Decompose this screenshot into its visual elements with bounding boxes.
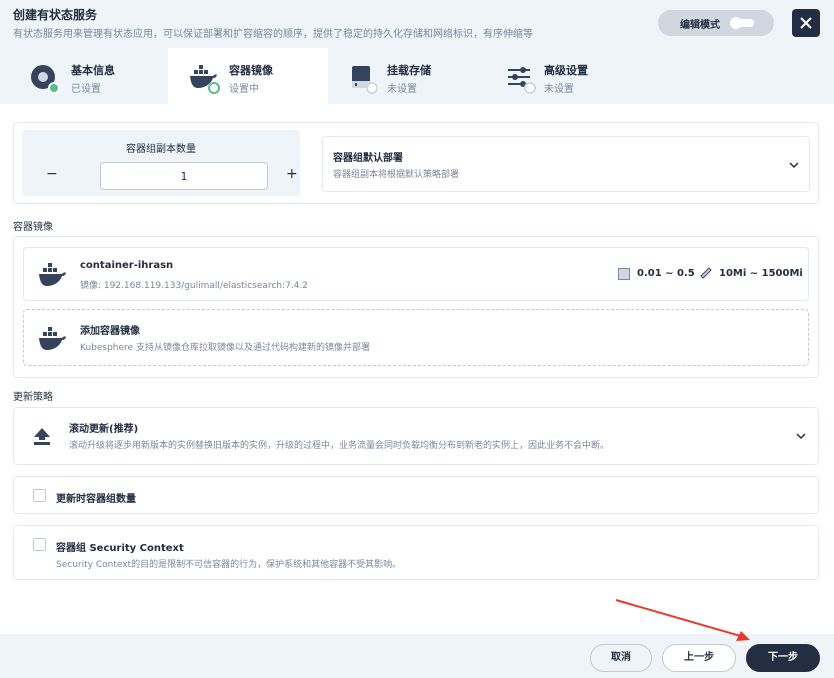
- memory-range: 10Mi ~ 1500Mi: [719, 268, 803, 279]
- security-context-description: Security Context的目的是限制不可信容器的行为，保护系统和其他容器…: [56, 560, 402, 570]
- tab-status: 未设置: [544, 84, 574, 95]
- update-replicas-option: 更新时容器组数量: [13, 476, 819, 514]
- cpu-range: 0.01 ~ 0.5: [637, 268, 695, 279]
- close-button[interactable]: [792, 9, 820, 37]
- edit-mode-toggle[interactable]: 编辑模式: [658, 10, 774, 36]
- tab-status: 设置中: [229, 84, 259, 95]
- annotation-arrow-icon: [615, 599, 750, 641]
- update-section-label: 更新策略: [13, 392, 53, 403]
- tab-status: 未设置: [387, 84, 417, 95]
- status-pending-icon: [524, 82, 536, 94]
- replica-count-card: 容器组副本数量 − +: [22, 130, 300, 196]
- tab-label: 挂载存储: [387, 64, 431, 77]
- chevron-down-icon: [796, 433, 806, 440]
- deploy-strategy-select[interactable]: 容器组默认部署 容器组副本将根据默认策略部署: [322, 136, 810, 192]
- tab-label: 容器镜像: [229, 64, 273, 77]
- tab-advanced[interactable]: 高级设置 未设置: [488, 48, 648, 104]
- container-image: 镜像: 192.168.119.133/gulimall/elasticsear…: [80, 281, 309, 291]
- update-strategy-title: 滚动更新(推荐): [69, 424, 139, 435]
- toggle-switch[interactable]: [730, 17, 754, 29]
- deploy-strategy-subtitle: 容器组副本将根据默认策略部署: [333, 170, 460, 180]
- security-context-checkbox[interactable]: [33, 538, 46, 551]
- memory-icon: [700, 267, 712, 279]
- tab-status: 已设置: [71, 84, 101, 95]
- decrement-button[interactable]: −: [46, 166, 58, 182]
- modal-subtitle: 有状态服务用来管理有状态应用，可以保证部署和扩容缩容的顺序，提供了稳定的持久化存…: [13, 29, 533, 40]
- arrow-up-icon: [34, 428, 50, 445]
- previous-button[interactable]: 上一步: [662, 644, 736, 672]
- tab-mount-storage[interactable]: 挂载存储 未设置: [328, 48, 488, 104]
- cpu-icon: [618, 268, 630, 280]
- tab-label: 基本信息: [71, 64, 115, 77]
- docker-icon: [39, 327, 66, 350]
- increment-button[interactable]: +: [286, 166, 298, 182]
- tab-basic-info[interactable]: 基本信息 已设置: [0, 48, 168, 104]
- chevron-down-icon: [789, 162, 799, 169]
- add-container-subtitle: Kubesphere 支持从镜像仓库拉取镜像以及通过代码构建新的镜像并部署: [80, 343, 370, 353]
- replica-count-input[interactable]: [100, 162, 268, 190]
- docker-icon: [39, 263, 66, 286]
- tab-container-image[interactable]: 容器镜像 设置中: [168, 48, 328, 104]
- close-icon: [800, 17, 812, 29]
- modal-title: 创建有状态服务: [13, 8, 98, 22]
- security-context-option: 容器组 Security Context Security Context的目的…: [13, 525, 819, 580]
- tab-label: 高级设置: [544, 64, 588, 77]
- next-button[interactable]: 下一步: [746, 644, 820, 672]
- edit-mode-label: 编辑模式: [680, 20, 720, 31]
- add-container-title: 添加容器镜像: [80, 326, 140, 337]
- status-pending-icon: [366, 82, 378, 94]
- status-progress-icon: [208, 82, 220, 94]
- security-context-label: 容器组 Security Context: [56, 543, 184, 554]
- container-section-label: 容器镜像: [13, 222, 53, 233]
- step-tabs: 基本信息 已设置 容器镜像 设置中 挂载存储 未设置 高级设置 未设置: [0, 48, 834, 104]
- update-strategy-subtitle: 滚动升级将逐步用新版本的实例替换旧版本的实例，升级的过程中，业务流量会同时负载均…: [69, 441, 610, 451]
- update-replicas-label: 更新时容器组数量: [56, 494, 136, 505]
- replica-count-label: 容器组副本数量: [126, 144, 196, 155]
- status-done-icon: [48, 82, 60, 94]
- update-strategy-select[interactable]: 滚动更新(推荐) 滚动升级将逐步用新版本的实例替换旧版本的实例，升级的过程中，业…: [13, 407, 819, 465]
- add-container-button[interactable]: 添加容器镜像 Kubesphere 支持从镜像仓库拉取镜像以及通过代码构建新的镜…: [23, 309, 809, 366]
- update-replicas-checkbox[interactable]: [33, 489, 46, 502]
- modal-header: 创建有状态服务 有状态服务用来管理有状态应用，可以保证部署和扩容缩容的顺序，提供…: [0, 0, 834, 48]
- container-name: container-ihrasn: [80, 260, 174, 271]
- deploy-strategy-title: 容器组默认部署: [333, 153, 403, 164]
- container-item[interactable]: container-ihrasn 镜像: 192.168.119.133/gul…: [23, 247, 809, 301]
- cancel-button[interactable]: 取消: [590, 644, 652, 672]
